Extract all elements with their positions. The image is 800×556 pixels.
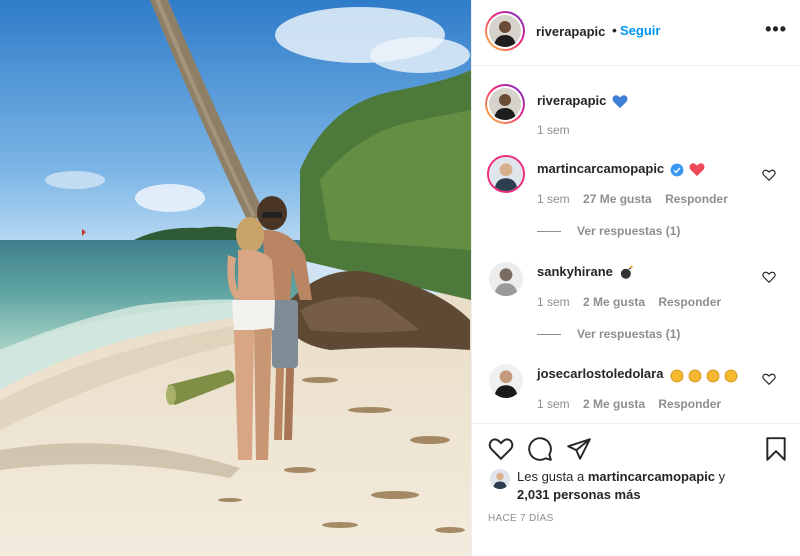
person-avatar-icon: [489, 157, 523, 191]
likes-prefix: Les gusta a: [517, 469, 585, 484]
comment-text: martincarcamopapic: [537, 161, 705, 177]
red-heart-icon: [689, 163, 705, 177]
comment-time: 1 sem: [537, 397, 570, 411]
author-avatar[interactable]: [485, 11, 525, 51]
commenter-avatar[interactable]: [487, 155, 525, 193]
post-actions: Les gusta a martincarcamopapic y 2,031 p…: [472, 423, 800, 556]
liker-avatar[interactable]: [490, 469, 510, 489]
replies-divider: [537, 231, 561, 233]
person-avatar-icon: [489, 364, 523, 398]
commenter-avatar[interactable]: [489, 262, 523, 296]
verified-badge-icon: [670, 163, 684, 176]
comment-username[interactable]: sankyhirane: [537, 264, 613, 279]
comment-icon[interactable]: [527, 436, 553, 462]
likes-connector: y: [718, 469, 726, 484]
person-avatar-icon: [489, 15, 521, 47]
commenter-avatar[interactable]: [489, 364, 523, 398]
comment-meta: 1 sem 2 Me gusta Responder: [537, 295, 731, 309]
beach-photo: [0, 0, 471, 556]
heart-icon[interactable]: [488, 436, 514, 462]
clapping-hands-icon: [670, 369, 738, 382]
more-options-icon[interactable]: •••: [765, 19, 787, 40]
person-avatar-icon: [489, 88, 521, 120]
view-replies-button[interactable]: Ver respuestas (1): [537, 327, 680, 341]
author-username[interactable]: riverapapic: [536, 24, 605, 39]
likes-summary: Les gusta a martincarcamopapic y 2,031 p…: [517, 468, 725, 504]
like-comment-icon[interactable]: [762, 270, 776, 284]
separator-dot: •: [612, 22, 617, 38]
caption-username[interactable]: riverapapic: [537, 93, 606, 108]
caption-time: 1 sem: [537, 123, 570, 137]
comment-text: sankyhirane: [537, 264, 634, 280]
comment-likes[interactable]: 2 Me gusta: [583, 295, 645, 309]
person-avatar-icon: [490, 469, 510, 489]
caption-text: riverapapic: [537, 93, 628, 109]
likes-others-link[interactable]: 2,031 personas más: [517, 487, 641, 502]
person-avatar-icon: [489, 262, 523, 296]
caption-meta: 1 sem: [537, 123, 580, 137]
bomb-icon: [620, 265, 633, 279]
post-header: riverapapic • Seguir •••: [472, 0, 800, 66]
caption-avatar[interactable]: [485, 84, 525, 124]
post-timestamp[interactable]: HACE 7 DÍAS: [488, 513, 554, 524]
view-replies-label: Ver respuestas (1): [577, 224, 681, 238]
view-replies-button[interactable]: Ver respuestas (1): [537, 224, 680, 238]
comment-likes[interactable]: 27 Me gusta: [583, 192, 652, 206]
share-icon[interactable]: [566, 436, 592, 462]
reply-button[interactable]: Responder: [665, 192, 728, 206]
comment-username[interactable]: josecarlostoledolara: [537, 366, 663, 381]
comment-time: 1 sem: [537, 192, 570, 206]
post-photo[interactable]: [0, 0, 471, 556]
reply-button[interactable]: Responder: [658, 397, 721, 411]
instagram-post: riverapapic • Seguir ••• riverapapic 1 s…: [0, 0, 800, 556]
likes-user-link[interactable]: martincarcamopapic: [588, 469, 715, 484]
comment-meta: 1 sem 27 Me gusta Responder: [537, 192, 738, 206]
like-comment-icon[interactable]: [762, 372, 776, 386]
reply-button[interactable]: Responder: [658, 295, 721, 309]
comment-time: 1 sem: [537, 295, 570, 309]
comment-likes[interactable]: 2 Me gusta: [583, 397, 645, 411]
replies-divider: [537, 334, 561, 336]
comment-meta: 1 sem 2 Me gusta Responder: [537, 397, 731, 411]
bookmark-icon[interactable]: [763, 436, 789, 462]
comment-username[interactable]: martincarcamopapic: [537, 161, 664, 176]
follow-button[interactable]: Seguir: [620, 23, 660, 38]
post-side-panel: riverapapic • Seguir ••• riverapapic 1 s…: [471, 0, 800, 556]
blue-heart-icon: [612, 95, 628, 109]
like-comment-icon[interactable]: [762, 168, 776, 182]
view-replies-label: Ver respuestas (1): [577, 327, 681, 341]
comment-text: josecarlostoledolara: [537, 366, 741, 383]
